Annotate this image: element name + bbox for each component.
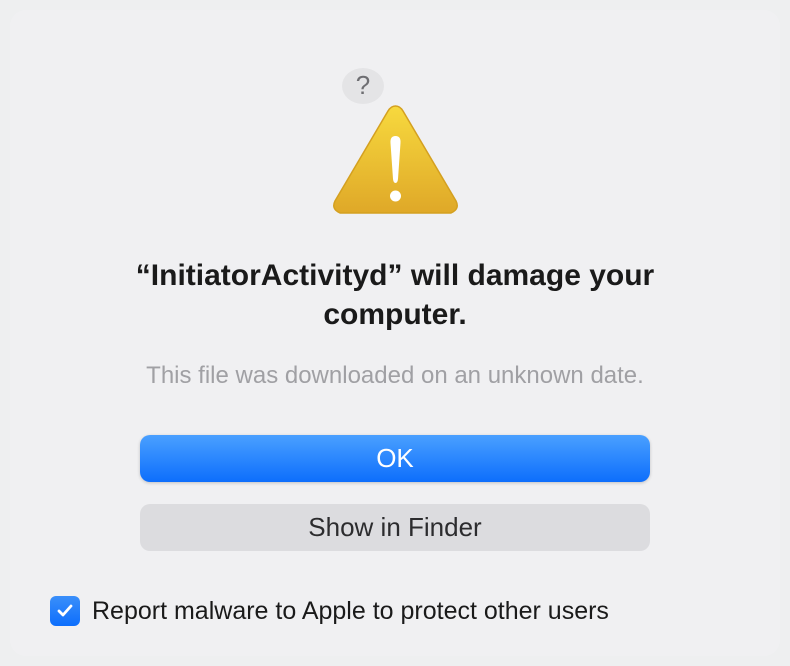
help-button[interactable]: ? bbox=[342, 68, 384, 104]
report-malware-checkbox[interactable] bbox=[50, 596, 80, 626]
report-malware-label: Report malware to Apple to protect other… bbox=[92, 597, 609, 626]
warning-icon bbox=[328, 101, 463, 226]
help-icon: ? bbox=[356, 70, 370, 101]
show-in-finder-button[interactable]: Show in Finder bbox=[140, 504, 650, 551]
dialog-title: “InitiatorActivityd” will damage your co… bbox=[95, 256, 695, 334]
dialog-subtitle: This file was downloaded on an unknown d… bbox=[146, 362, 644, 390]
report-malware-row: Report malware to Apple to protect other… bbox=[50, 596, 609, 626]
alert-dialog: ? “InitiatorActivityd” will damage your … bbox=[10, 10, 780, 656]
checkmark-icon bbox=[55, 601, 75, 621]
ok-button[interactable]: OK bbox=[140, 435, 650, 482]
